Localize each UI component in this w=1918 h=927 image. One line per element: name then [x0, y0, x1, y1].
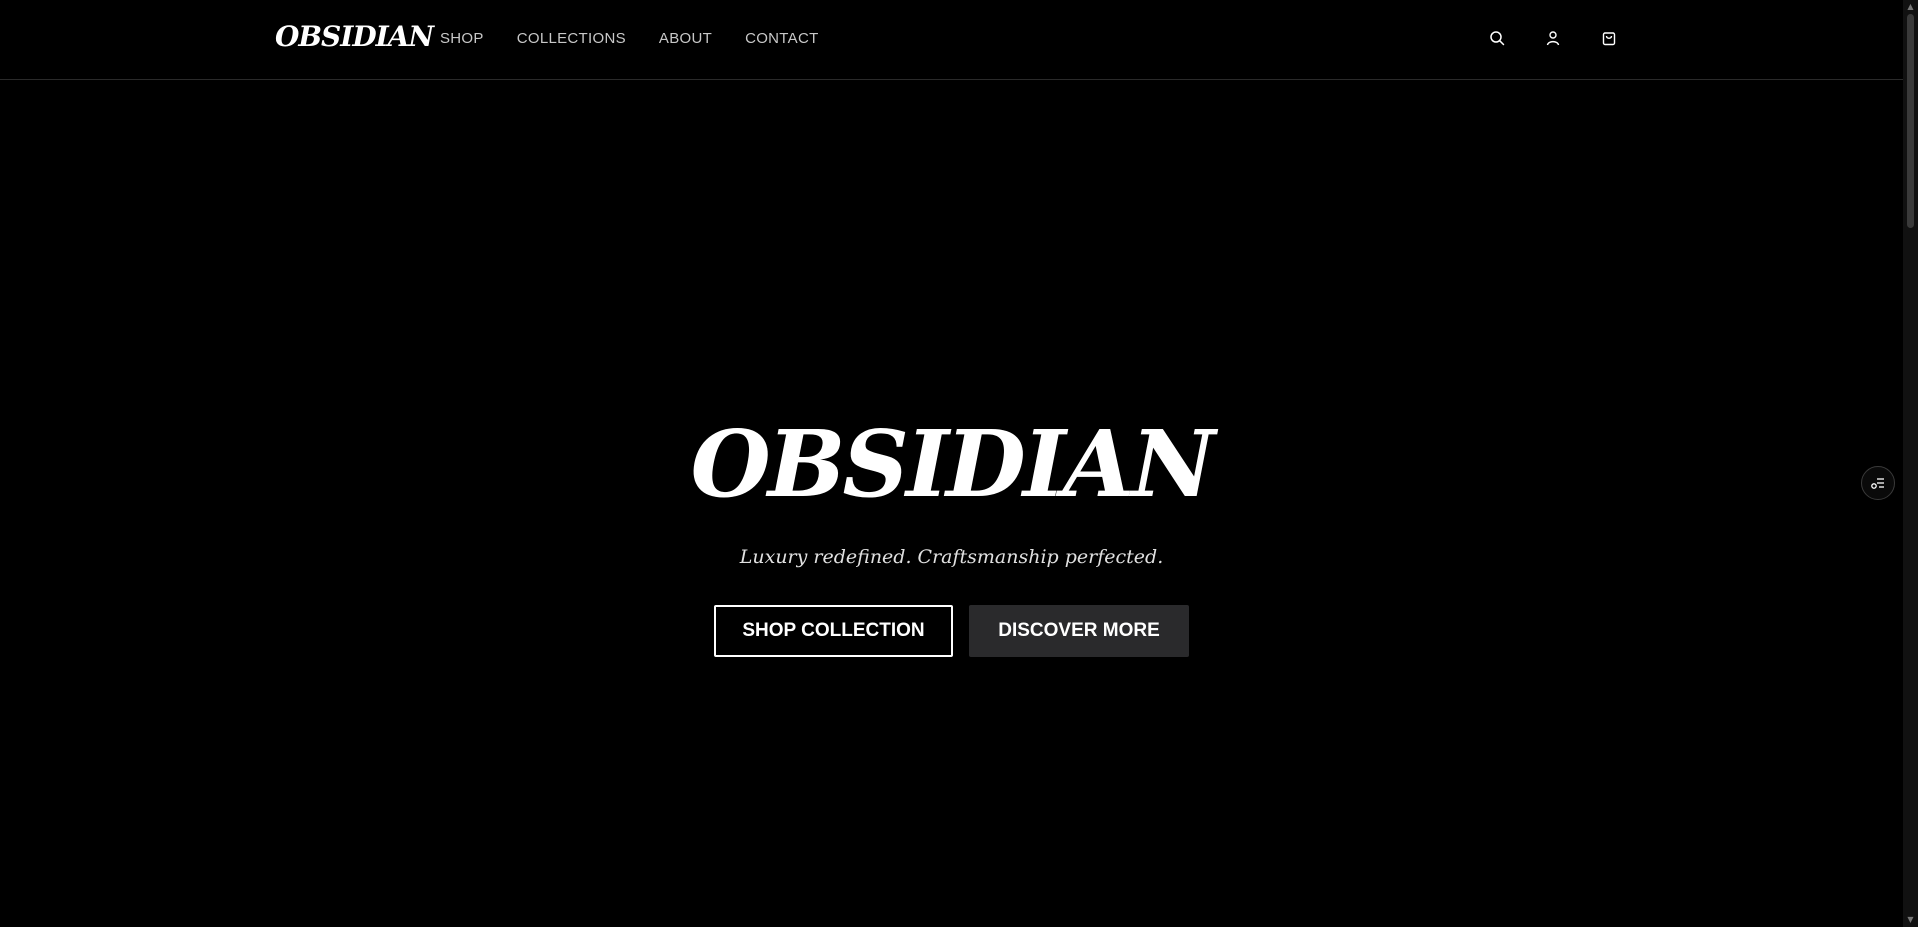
discover-more-button[interactable]: DISCOVER MORE — [969, 605, 1189, 657]
header-actions — [1489, 30, 1617, 46]
shop-collection-button[interactable]: SHOP COLLECTION — [714, 605, 953, 657]
page: OBSIDIAN SHOP COLLECTIONS ABOUT CONTACT … — [0, 0, 1918, 927]
nav-collections[interactable]: COLLECTIONS — [517, 30, 626, 47]
search-icon[interactable] — [1489, 30, 1505, 46]
nav-about[interactable]: ABOUT — [659, 30, 712, 47]
shopping-bag-icon[interactable] — [1601, 30, 1617, 46]
site-header: OBSIDIAN SHOP COLLECTIONS ABOUT CONTACT — [0, 0, 1903, 80]
user-icon[interactable] — [1545, 30, 1561, 46]
logo[interactable]: OBSIDIAN — [275, 20, 434, 53]
settings-toggle-icon — [1871, 478, 1884, 489]
scrollbar-thumb[interactable] — [1907, 14, 1914, 228]
nav-contact[interactable]: CONTACT — [745, 30, 818, 47]
side-widget-button[interactable] — [1861, 466, 1895, 500]
scroll-down-arrow[interactable]: ▼ — [1906, 915, 1915, 924]
main-nav: SHOP COLLECTIONS ABOUT CONTACT — [440, 30, 819, 47]
hero-title: OBSIDIAN — [690, 410, 1216, 518]
hero-actions: SHOP COLLECTION DISCOVER MORE — [714, 605, 1189, 657]
scrollbar[interactable]: ▲ ▼ — [1903, 0, 1918, 927]
nav-shop[interactable]: SHOP — [440, 30, 484, 47]
hero-subtitle: Luxury redefined. Craftsmanship perfecte… — [739, 546, 1164, 568]
scroll-up-arrow[interactable]: ▲ — [1906, 2, 1915, 11]
